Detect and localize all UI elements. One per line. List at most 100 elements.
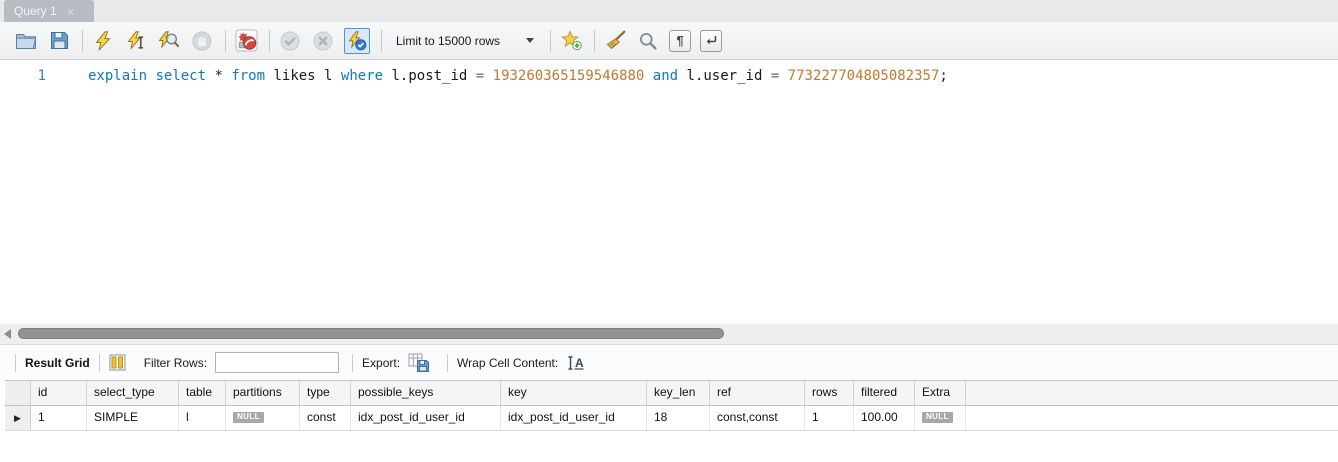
cell-key[interactable]: idx_post_id_user_id [501, 406, 647, 430]
wrap-cell-content-button[interactable]: A [566, 354, 586, 372]
toolbar-separator [381, 29, 382, 52]
commit-button[interactable] [278, 29, 302, 53]
toolbar-separator [225, 29, 226, 52]
result-grid-title: Result Grid [25, 355, 90, 370]
save-script-button[interactable] [47, 29, 71, 53]
column-header-Extra[interactable]: Extra [915, 381, 966, 405]
tab-query-1[interactable]: Query 1 × [4, 0, 94, 22]
filter-rows-input[interactable] [215, 352, 340, 373]
svg-text:A: A [575, 356, 584, 370]
find-button[interactable] [636, 29, 660, 53]
stop-on-error-icon [235, 29, 257, 52]
toolbar-separator [15, 353, 16, 372]
toggle-autocommit-button[interactable] [344, 27, 370, 54]
rollback-x-icon [313, 31, 333, 50]
table-row[interactable]: ▶ 1 SIMPLE l NULL const idx_post_id_user_id idx… [5, 406, 1338, 431]
toolbar-separator [269, 29, 270, 52]
wrap-return-arrow-icon [706, 35, 717, 44]
save-icon [50, 32, 68, 49]
column-header-id[interactable]: id [31, 381, 87, 405]
save-snippet-button[interactable] [559, 29, 583, 53]
row-marker-arrow-icon: ▶ [14, 413, 21, 423]
show-invisible-characters-button[interactable]: ¶ [669, 29, 692, 52]
commit-check-icon [280, 31, 300, 50]
beautify-script-button[interactable] [603, 29, 627, 53]
autocommit-bolt-check-icon [348, 30, 367, 50]
close-icon[interactable]: × [67, 5, 75, 18]
column-header-filtered[interactable]: filtered [854, 381, 915, 405]
code-line: 1 explain select * from likes l where l.… [0, 60, 1338, 85]
column-header-table[interactable]: table [179, 381, 226, 405]
tab-title: Query 1 [14, 4, 57, 18]
cell-id[interactable]: 1 [31, 406, 87, 430]
export-grid-save-icon [408, 353, 430, 372]
toolbar-separator [447, 353, 449, 372]
execute-current-statement-button[interactable] [124, 29, 148, 53]
code-line-content: explain select * from likes l where l.po… [88, 68, 948, 84]
cell-Extra[interactable]: NULL [915, 406, 966, 430]
row-marker-cell[interactable]: ▶ [5, 406, 31, 430]
limit-rows-dropdown[interactable]: Limit to 15000 rows [390, 29, 544, 53]
grid-columns-icon [109, 354, 126, 371]
horizontal-scrollbar[interactable] [0, 324, 1338, 344]
filter-rows-label: Filter Rows: [143, 355, 208, 370]
grid-view-button[interactable] [109, 354, 126, 371]
cell-possible_keys[interactable]: idx_post_id_user_id [351, 406, 501, 430]
cell-type[interactable]: const [300, 406, 351, 430]
explain-query-button[interactable] [157, 29, 181, 53]
query-toolbar: Limit to 15000 rows ¶ [0, 22, 1338, 60]
column-header-possible_keys[interactable]: possible_keys [351, 381, 501, 405]
column-header-partitions[interactable]: partitions [226, 381, 300, 405]
execute-query-button[interactable] [91, 29, 115, 53]
rollback-button[interactable] [311, 29, 335, 53]
result-grid-toolbar: Result Grid Filter Rows: Export: Wrap Ce… [0, 344, 1338, 380]
magnifier-bolt-icon [158, 30, 180, 49]
chevron-down-icon [526, 38, 535, 43]
cell-filtered[interactable]: 100.00 [854, 406, 915, 430]
null-badge: NULL [922, 412, 953, 424]
column-header-select_type[interactable]: select_type [87, 381, 179, 405]
column-header-type[interactable]: type [300, 381, 351, 405]
editor-tab-bar: Query 1 × [0, 0, 1338, 22]
toggle-word-wrap-button[interactable] [700, 29, 723, 52]
wrap-cell-content-label: Wrap Cell Content: [457, 355, 559, 370]
wrap-cell-content-icon: A [568, 356, 584, 370]
lightning-bolt-icon [95, 30, 111, 51]
export-label: Export: [362, 355, 401, 370]
toolbar-separator [98, 353, 100, 372]
folder-icon [16, 34, 37, 49]
star-plus-icon [560, 30, 582, 51]
stop-hand-icon [192, 31, 212, 50]
toolbar-separator [82, 29, 83, 52]
grid-header-row: id select_type table partitions type possible… [5, 380, 1338, 406]
cell-select_type[interactable]: SIMPLE [87, 406, 179, 430]
toggle-stop-on-error-button[interactable] [234, 29, 258, 53]
scrollbar-thumb[interactable] [18, 328, 724, 339]
column-header-key_len[interactable]: key_len [647, 381, 710, 405]
result-grid: id select_type table partitions type possible… [5, 380, 1338, 431]
null-badge: NULL [233, 412, 264, 424]
column-header-key[interactable]: key [501, 381, 647, 405]
row-selector-header [5, 381, 31, 405]
pilcrow-icon: ¶ [676, 33, 684, 48]
column-header-rows[interactable]: rows [805, 381, 854, 405]
line-number: 1 [37, 68, 46, 84]
broom-icon [606, 30, 625, 50]
cell-table[interactable]: l [179, 406, 226, 430]
column-header-ref[interactable]: ref [710, 381, 805, 405]
open-script-button[interactable] [14, 29, 38, 53]
toolbar-separator [594, 29, 596, 52]
lightning-bolt-cursor-icon [127, 30, 143, 49]
stop-query-button[interactable] [190, 29, 214, 53]
export-button[interactable] [408, 353, 430, 373]
search-icon [640, 32, 657, 50]
cell-key_len[interactable]: 18 [647, 406, 710, 430]
scroll-left-arrow-icon[interactable] [4, 329, 11, 339]
grid-body: ▶ 1 SIMPLE l NULL const idx_post_id_user_id idx… [5, 406, 1338, 431]
cell-ref[interactable]: const,const [710, 406, 805, 430]
sql-editor[interactable]: 1 explain select * from likes l where l.… [0, 60, 1338, 324]
cell-partitions[interactable]: NULL [226, 406, 300, 430]
cell-rows[interactable]: 1 [805, 406, 854, 430]
toolbar-separator [352, 353, 354, 372]
toolbar-separator [550, 29, 552, 52]
